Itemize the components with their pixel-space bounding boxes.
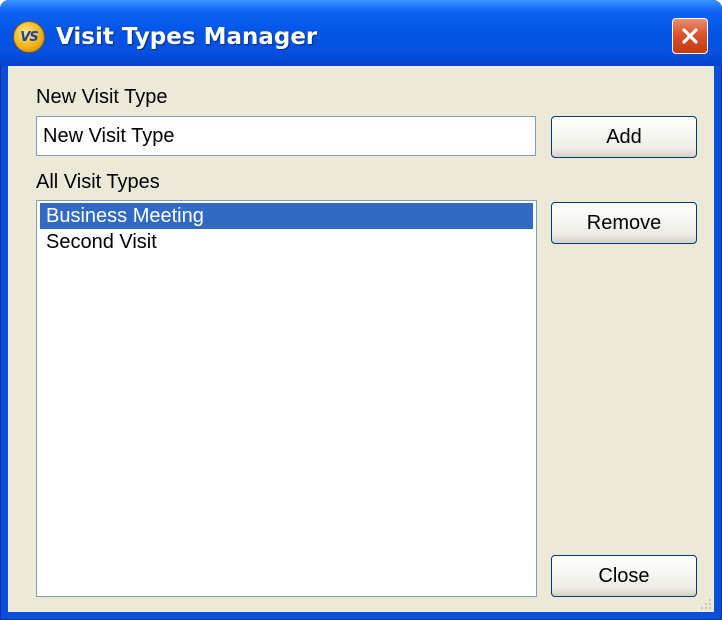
vs-app-icon: VS xyxy=(14,22,44,52)
list-item[interactable]: Business Meeting xyxy=(40,203,533,229)
remove-button[interactable]: Remove xyxy=(551,202,697,244)
visit-types-list[interactable]: Business Meeting Second Visit xyxy=(36,200,537,597)
title-close-button[interactable] xyxy=(672,18,708,54)
list-item[interactable]: Second Visit xyxy=(40,229,533,255)
new-visit-type-input[interactable] xyxy=(36,116,536,156)
add-button[interactable]: Add xyxy=(551,116,697,158)
new-visit-type-label: New Visit Type xyxy=(36,86,168,108)
close-button[interactable]: Close xyxy=(551,555,697,597)
visit-types-manager-window: VS Visit Types Manager New Visit Type Ad… xyxy=(0,0,722,620)
app-icon-text: VS xyxy=(20,29,38,45)
close-icon xyxy=(682,28,698,44)
window-title: Visit Types Manager xyxy=(56,24,318,50)
dialog-body: New Visit Type Add All Visit Types Busin… xyxy=(8,66,714,612)
title-bar[interactable]: VS Visit Types Manager xyxy=(0,0,722,66)
all-visit-types-label: All Visit Types xyxy=(36,171,160,193)
resize-grip-icon[interactable] xyxy=(698,596,712,610)
